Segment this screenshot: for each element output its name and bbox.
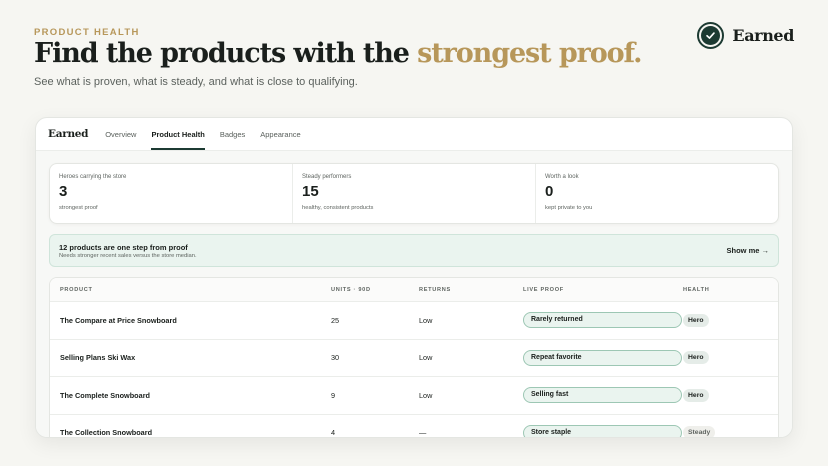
health-badge: Hero: [683, 388, 709, 402]
tab-appearance[interactable]: Appearance: [260, 118, 300, 150]
page-subhead: See what is proven, what is steady, and …: [34, 76, 358, 88]
product-table: PRODUCT UNITS · 90D RETURNS LIVE PROOF H…: [49, 277, 779, 438]
banner-title: 12 products are one step from proof: [59, 242, 188, 252]
stat-note: strongest proof: [59, 205, 98, 211]
opportunity-banner: 12 products are one step from proof Need…: [49, 234, 779, 267]
stat-note: kept private to you: [545, 205, 593, 211]
units-value: 9: [331, 390, 336, 400]
column-header-live-proof: LIVE PROOF: [523, 286, 564, 293]
stat-value: 0: [545, 183, 554, 200]
live-proof-cell: Store staple: [523, 424, 683, 437]
tab-product-health[interactable]: Product Health: [151, 118, 205, 150]
live-proof-cell: Selling fast: [523, 387, 683, 404]
health-badge: Steady: [683, 426, 716, 437]
stat-value: 15: [302, 183, 319, 200]
tab-overview[interactable]: Overview: [105, 118, 136, 150]
nav-logo[interactable]: Earned: [48, 118, 89, 150]
table-row[interactable]: The Complete Snowboard 9 Low Selling fas…: [50, 377, 778, 415]
health-badge: Hero: [683, 351, 709, 365]
stat-label: Steady performers: [302, 174, 352, 180]
live-proof-pill: Store staple: [523, 424, 682, 437]
table-header: PRODUCT UNITS · 90D RETURNS LIVE PROOF H…: [50, 278, 778, 302]
product-name: The Compare at Price Snowboard: [60, 315, 177, 325]
health-badge: Hero: [683, 313, 709, 327]
app-body: Heroes carrying the store 3 strongest pr…: [36, 151, 792, 437]
health-cell: Hero: [683, 313, 778, 327]
stat-label: Worth a look: [545, 174, 579, 180]
returns-value: Low: [419, 315, 433, 325]
live-proof-pill: Repeat favorite: [523, 349, 682, 366]
column-header-units: UNITS · 90D: [331, 286, 371, 293]
product-name: The Collection Snowboard: [60, 428, 153, 438]
app-nav: Earned Overview Product Health Badges Ap…: [36, 118, 792, 151]
stats-panel: Heroes carrying the store 3 strongest pr…: [49, 163, 779, 224]
live-proof-cell: Rarely returned: [523, 312, 683, 329]
units-value: 4: [331, 428, 336, 438]
app-card: Earned Overview Product Health Badges Ap…: [35, 117, 793, 438]
returns-value: —: [419, 428, 427, 438]
show-me-link[interactable]: Show me →: [726, 246, 769, 255]
check-circle-icon: [697, 22, 725, 49]
health-cell: Hero: [683, 351, 778, 365]
headline-main: Find the products with the: [34, 38, 410, 69]
check-circle-inner: [701, 26, 721, 45]
product-name: The Complete Snowboard: [60, 390, 150, 400]
health-cell: Hero: [683, 388, 778, 402]
column-header-health: HEALTH: [683, 286, 710, 293]
live-proof-pill: Rarely returned: [523, 312, 682, 329]
stat-note: healthy, consistent products: [302, 205, 374, 211]
tab-badges[interactable]: Badges: [220, 118, 245, 150]
brand-logo: Earned: [697, 22, 794, 49]
page-eyebrow: PRODUCT HEALTH: [34, 27, 140, 38]
banner-subtitle: Needs stronger recent sales versus the s…: [59, 252, 197, 259]
returns-value: Low: [419, 390, 433, 400]
brand-name: Earned: [732, 26, 794, 45]
stat-value: 3: [59, 183, 68, 200]
check-icon: [706, 32, 716, 39]
stat-worth-a-look: Worth a look 0 kept private to you: [536, 164, 778, 223]
column-header-returns: RETURNS: [419, 286, 451, 293]
page-headline: Find the products with the strongest pro…: [34, 38, 643, 69]
units-value: 25: [331, 315, 340, 325]
units-value: 30: [331, 353, 340, 363]
live-proof-cell: Repeat favorite: [523, 349, 683, 366]
stat-label: Heroes carrying the store: [59, 174, 127, 180]
table-row[interactable]: Selling Plans Ski Wax 30 Low Repeat favo…: [50, 340, 778, 377]
stat-steady: Steady performers 15 healthy, consistent…: [293, 164, 536, 223]
product-name: Selling Plans Ski Wax: [60, 353, 136, 363]
headline-accent: strongest proof.: [417, 38, 642, 69]
banner-text: 12 products are one step from proof Need…: [59, 243, 197, 259]
stat-heroes: Heroes carrying the store 3 strongest pr…: [50, 164, 293, 223]
table-row[interactable]: The Compare at Price Snowboard 25 Low Ra…: [50, 302, 778, 340]
live-proof-pill: Selling fast: [523, 387, 682, 404]
returns-value: Low: [419, 353, 433, 363]
column-header-product: PRODUCT: [60, 286, 93, 293]
table-row[interactable]: The Collection Snowboard 4 — Store stapl…: [50, 415, 778, 438]
health-cell: Steady: [683, 426, 778, 437]
